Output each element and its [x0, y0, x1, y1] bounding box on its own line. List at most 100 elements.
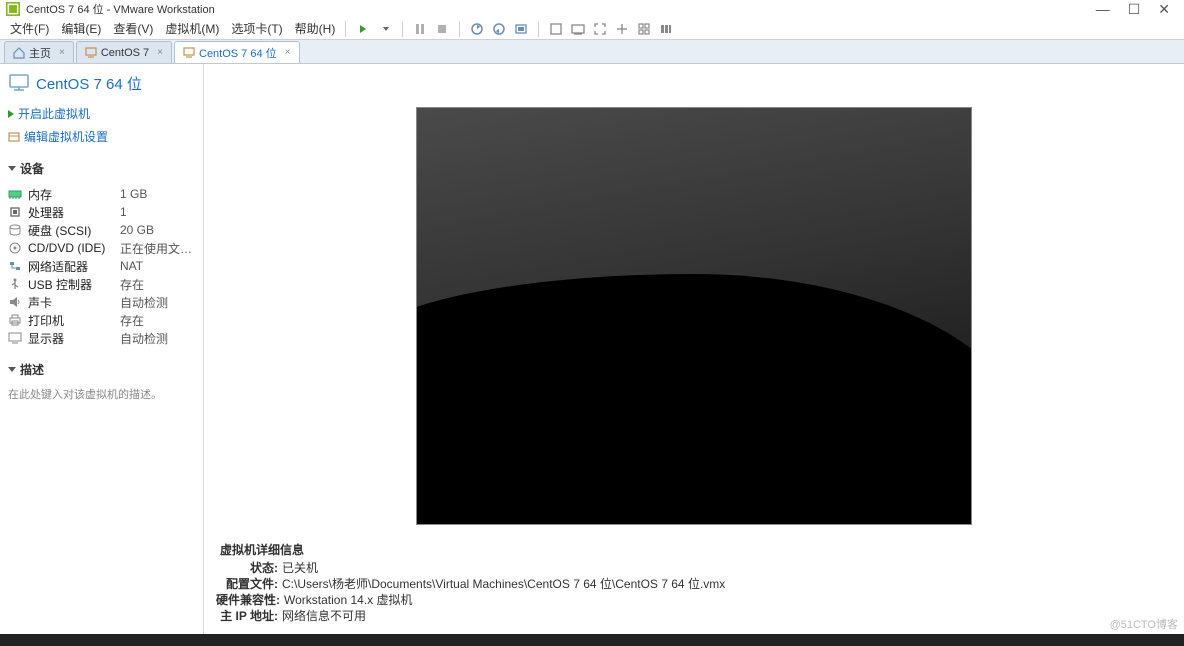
snapshot-take-button[interactable] [468, 21, 486, 37]
device-memory[interactable]: 内存 1 GB [8, 185, 195, 203]
device-value: 自动检测 [120, 294, 168, 311]
power-dropdown-button[interactable] [376, 21, 394, 37]
device-value: NAT [120, 259, 143, 273]
vm-details-block: 虚拟机详细信息 状态: 已关机 配置文件: C:\Users\杨老师\Docum… [204, 537, 1184, 634]
detail-value: 网络信息不可用 [282, 608, 366, 624]
menu-vm[interactable]: 虚拟机(M) [159, 18, 225, 39]
detail-label: 硬件兼容性: [216, 592, 280, 608]
snapshot-manager-button[interactable] [512, 21, 530, 37]
device-printer[interactable]: 打印机 存在 [8, 311, 195, 329]
menu-tabs[interactable]: 选项卡(T) [225, 18, 288, 39]
shutdown-button[interactable] [433, 21, 451, 37]
device-network[interactable]: 网络适配器 NAT [8, 257, 195, 275]
window-controls: — ☐ ✕ [1096, 1, 1178, 18]
menu-separator [345, 21, 346, 37]
device-display[interactable]: 显示器 自动检测 [8, 329, 195, 347]
detail-row-ip: 主 IP 地址: 网络信息不可用 [216, 608, 1172, 624]
devices-header-label: 设备 [20, 160, 44, 177]
collapse-icon [8, 166, 16, 171]
detail-value: 已关机 [282, 560, 318, 576]
collapse-icon [8, 367, 16, 372]
console-button[interactable] [569, 21, 587, 37]
toolbar-separator [459, 21, 460, 37]
tab-centos7-64[interactable]: CentOS 7 64 位 × [174, 41, 300, 63]
device-value: 1 [120, 205, 127, 219]
edit-vm-settings-link[interactable]: 编辑虚拟机设置 [8, 127, 195, 146]
detail-label: 状态: [216, 560, 278, 576]
vm-icon [183, 47, 195, 59]
toolbar-separator [402, 21, 403, 37]
tab-close-icon[interactable]: × [157, 47, 163, 58]
watermark-text: @51CTO博客 [1110, 616, 1178, 632]
tab-centos7[interactable]: CentOS 7 × [76, 41, 172, 63]
device-sound[interactable]: 声卡 自动检测 [8, 293, 195, 311]
hdd-icon [8, 223, 22, 237]
toolbar-separator [538, 21, 539, 37]
tabbar: 主页 × CentOS 7 × CentOS 7 64 位 × [0, 40, 1184, 64]
toolbar [354, 21, 675, 37]
tab-label: 主页 [29, 45, 51, 61]
snapshot-revert-button[interactable] [490, 21, 508, 37]
device-cpu[interactable]: 处理器 1 [8, 203, 195, 221]
unity-button[interactable] [547, 21, 565, 37]
device-label: 显示器 [28, 330, 114, 347]
taskbar-strip [0, 634, 1184, 646]
fullscreen-button[interactable] [591, 21, 609, 37]
cd-icon [8, 241, 22, 255]
maximize-button[interactable]: ☐ [1128, 1, 1141, 18]
printer-icon [8, 313, 22, 327]
vm-header-icon [8, 72, 30, 94]
detail-value: Workstation 14.x 虚拟机 [284, 592, 413, 608]
device-hdd[interactable]: 硬盘 (SCSI) 20 GB [8, 221, 195, 239]
device-label: 处理器 [28, 204, 114, 221]
vm-screen-preview[interactable] [416, 107, 972, 525]
cycle-view-button[interactable] [635, 21, 653, 37]
close-button[interactable]: ✕ [1158, 1, 1170, 18]
vmware-app-icon [6, 2, 20, 16]
device-value: 自动检测 [120, 330, 168, 347]
device-label: 硬盘 (SCSI) [28, 222, 114, 239]
tab-label: CentOS 7 [101, 47, 149, 59]
tab-close-icon[interactable]: × [285, 47, 291, 58]
vm-main-panel: 虚拟机详细信息 状态: 已关机 配置文件: C:\Users\杨老师\Docum… [204, 64, 1184, 634]
window-titlebar: CentOS 7 64 位 - VMware Workstation — ☐ ✕ [0, 0, 1184, 18]
suspend-button[interactable] [411, 21, 429, 37]
devices-section-header[interactable]: 设备 [8, 160, 195, 177]
edit-settings-label: 编辑虚拟机设置 [24, 128, 108, 145]
detail-label: 主 IP 地址: [216, 608, 278, 624]
menubar: 文件(F) 编辑(E) 查看(V) 虚拟机(M) 选项卡(T) 帮助(H) [0, 18, 1184, 40]
content-area: CentOS 7 64 位 开启此虚拟机 编辑虚拟机设置 设备 内存 1 GB … [0, 64, 1184, 634]
stretch-button[interactable] [613, 21, 631, 37]
vm-details-header[interactable]: 虚拟机详细信息 [216, 541, 1172, 558]
home-icon [13, 47, 25, 59]
sound-icon [8, 295, 22, 309]
vm-sidebar: CentOS 7 64 位 开启此虚拟机 编辑虚拟机设置 设备 内存 1 GB … [0, 64, 204, 634]
device-value: 正在使用文件 F... [120, 240, 195, 257]
tab-home[interactable]: 主页 × [4, 41, 74, 63]
details-header-label: 虚拟机详细信息 [220, 541, 304, 558]
description-placeholder[interactable]: 在此处键入对该虚拟机的描述。 [8, 386, 195, 402]
tab-label: CentOS 7 64 位 [199, 45, 277, 61]
network-icon [8, 259, 22, 273]
library-button[interactable] [657, 21, 675, 37]
detail-label: 配置文件: [216, 576, 278, 592]
menu-view[interactable]: 查看(V) [107, 18, 159, 39]
usb-icon [8, 277, 22, 291]
vm-title: CentOS 7 64 位 [36, 73, 142, 94]
power-on-button[interactable] [354, 21, 372, 37]
memory-icon [8, 187, 22, 201]
minimize-button[interactable]: — [1096, 1, 1110, 18]
tab-close-icon[interactable]: × [59, 47, 65, 58]
description-section-header[interactable]: 描述 [8, 361, 195, 378]
device-cddvd[interactable]: CD/DVD (IDE) 正在使用文件 F... [8, 239, 195, 257]
menu-file[interactable]: 文件(F) [4, 18, 55, 39]
device-usb[interactable]: USB 控制器 存在 [8, 275, 195, 293]
menu-edit[interactable]: 编辑(E) [55, 18, 107, 39]
power-on-vm-link[interactable]: 开启此虚拟机 [8, 104, 195, 123]
device-label: 内存 [28, 186, 114, 203]
menu-help[interactable]: 帮助(H) [289, 18, 342, 39]
play-icon [8, 110, 14, 118]
device-label: USB 控制器 [28, 276, 114, 293]
vm-header: CentOS 7 64 位 [8, 70, 195, 100]
device-value: 存在 [120, 312, 144, 329]
